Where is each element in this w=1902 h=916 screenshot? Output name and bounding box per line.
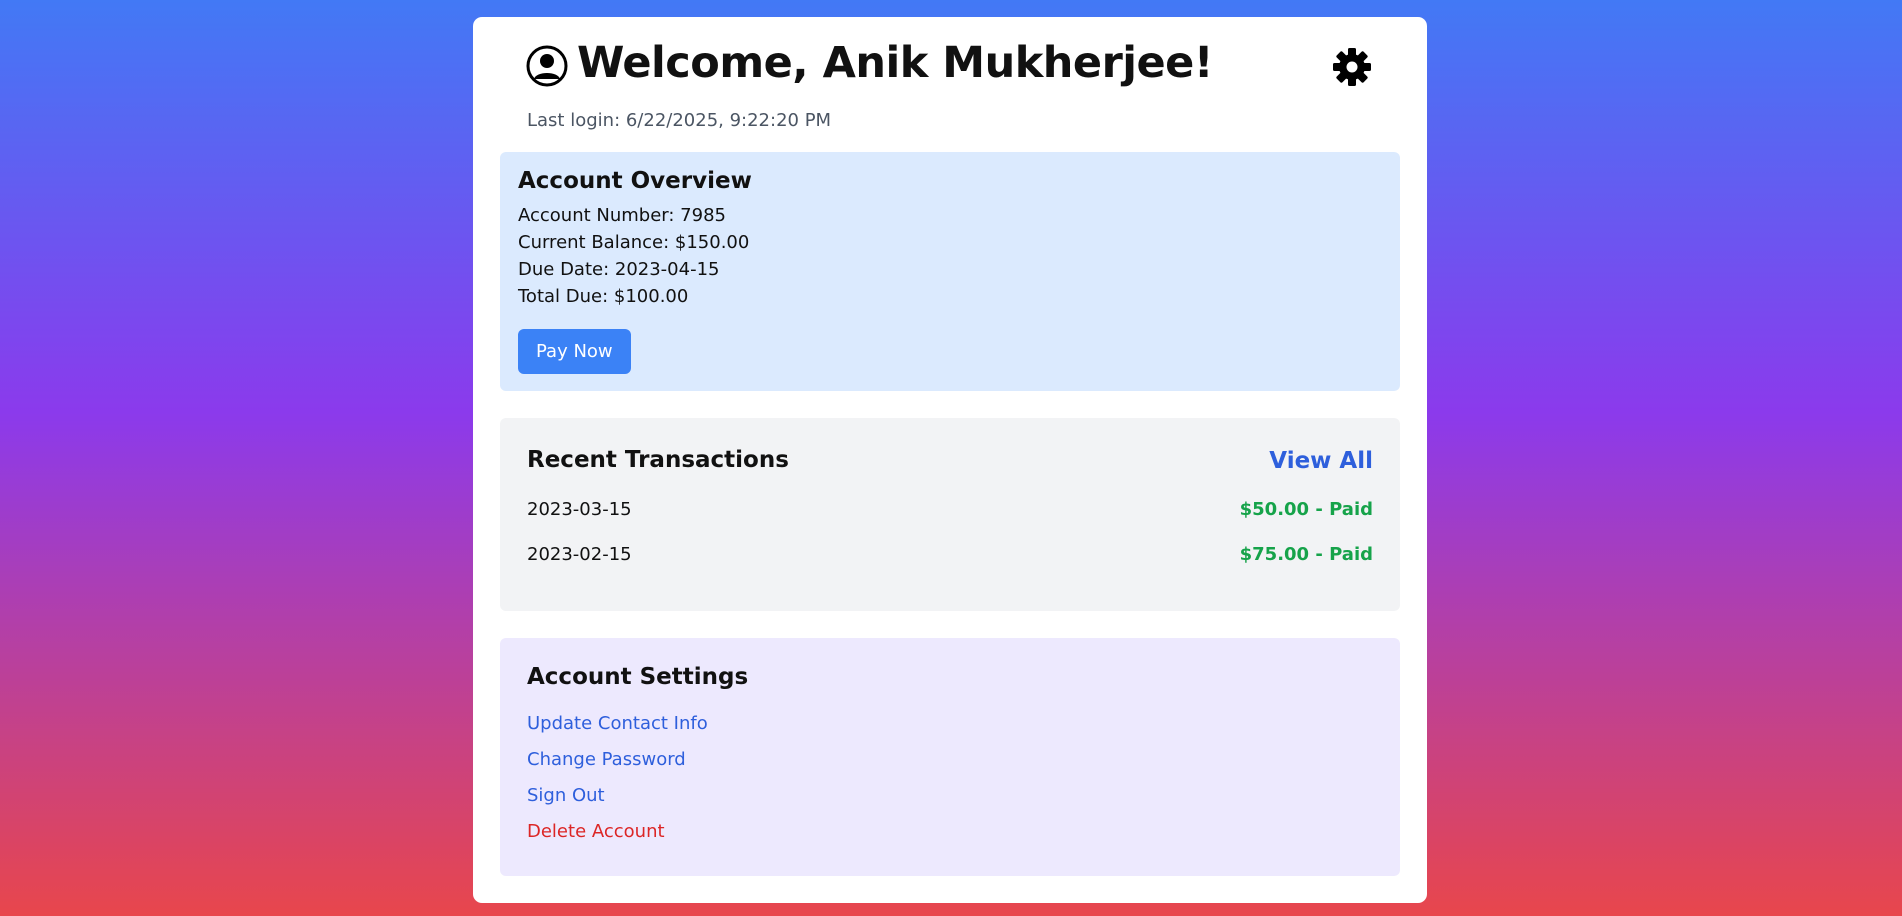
account-number: Account Number: 7985 xyxy=(518,204,726,226)
pay-now-button[interactable]: Pay Now xyxy=(518,328,631,374)
delete-account-link[interactable]: Delete Account xyxy=(527,814,1373,850)
last-login-text: Last login: 6/22/2025, 9:22:20 PM xyxy=(527,110,832,131)
transaction-amount: $75.00 - Paid xyxy=(1239,544,1373,565)
page-title: Welcome, Anik Mukherjee! xyxy=(577,38,1213,88)
account-overview-panel: Account Overview Account Number: 7985 Cu… xyxy=(500,152,1400,391)
user-circle-icon xyxy=(526,45,568,87)
account-overview-title: Account Overview xyxy=(518,168,752,194)
dashboard-card: Welcome, Anik Mukherjee! Last login: 6/2… xyxy=(473,17,1427,903)
transactions-header: Recent Transactions View All xyxy=(527,445,1373,477)
total-due: Total Due: $100.00 xyxy=(518,285,689,307)
sign-out-link[interactable]: Sign Out xyxy=(527,778,1373,814)
account-settings-panel: Account Settings Update Contact Info Cha… xyxy=(500,638,1400,876)
change-password-link[interactable]: Change Password xyxy=(527,742,1373,778)
transaction-date: 2023-02-15 xyxy=(527,544,632,565)
due-date: Due Date: 2023-04-15 xyxy=(518,258,720,280)
update-contact-info-link[interactable]: Update Contact Info xyxy=(527,706,1373,742)
recent-transactions-title: Recent Transactions xyxy=(527,447,789,474)
transaction-row: 2023-02-15 $75.00 - Paid xyxy=(527,532,1373,577)
transaction-amount: $50.00 - Paid xyxy=(1239,499,1373,520)
gear-icon[interactable] xyxy=(1332,47,1372,87)
current-balance: Current Balance: $150.00 xyxy=(518,231,750,253)
account-settings-title: Account Settings xyxy=(527,664,749,690)
header: Welcome, Anik Mukherjee! Last login: 6/2… xyxy=(500,17,1400,131)
recent-transactions-panel: Recent Transactions View All 2023-03-15 … xyxy=(500,418,1400,611)
transaction-row: 2023-03-15 $50.00 - Paid xyxy=(527,487,1373,532)
view-all-link[interactable]: View All xyxy=(1269,448,1373,474)
transaction-date: 2023-03-15 xyxy=(527,499,632,520)
